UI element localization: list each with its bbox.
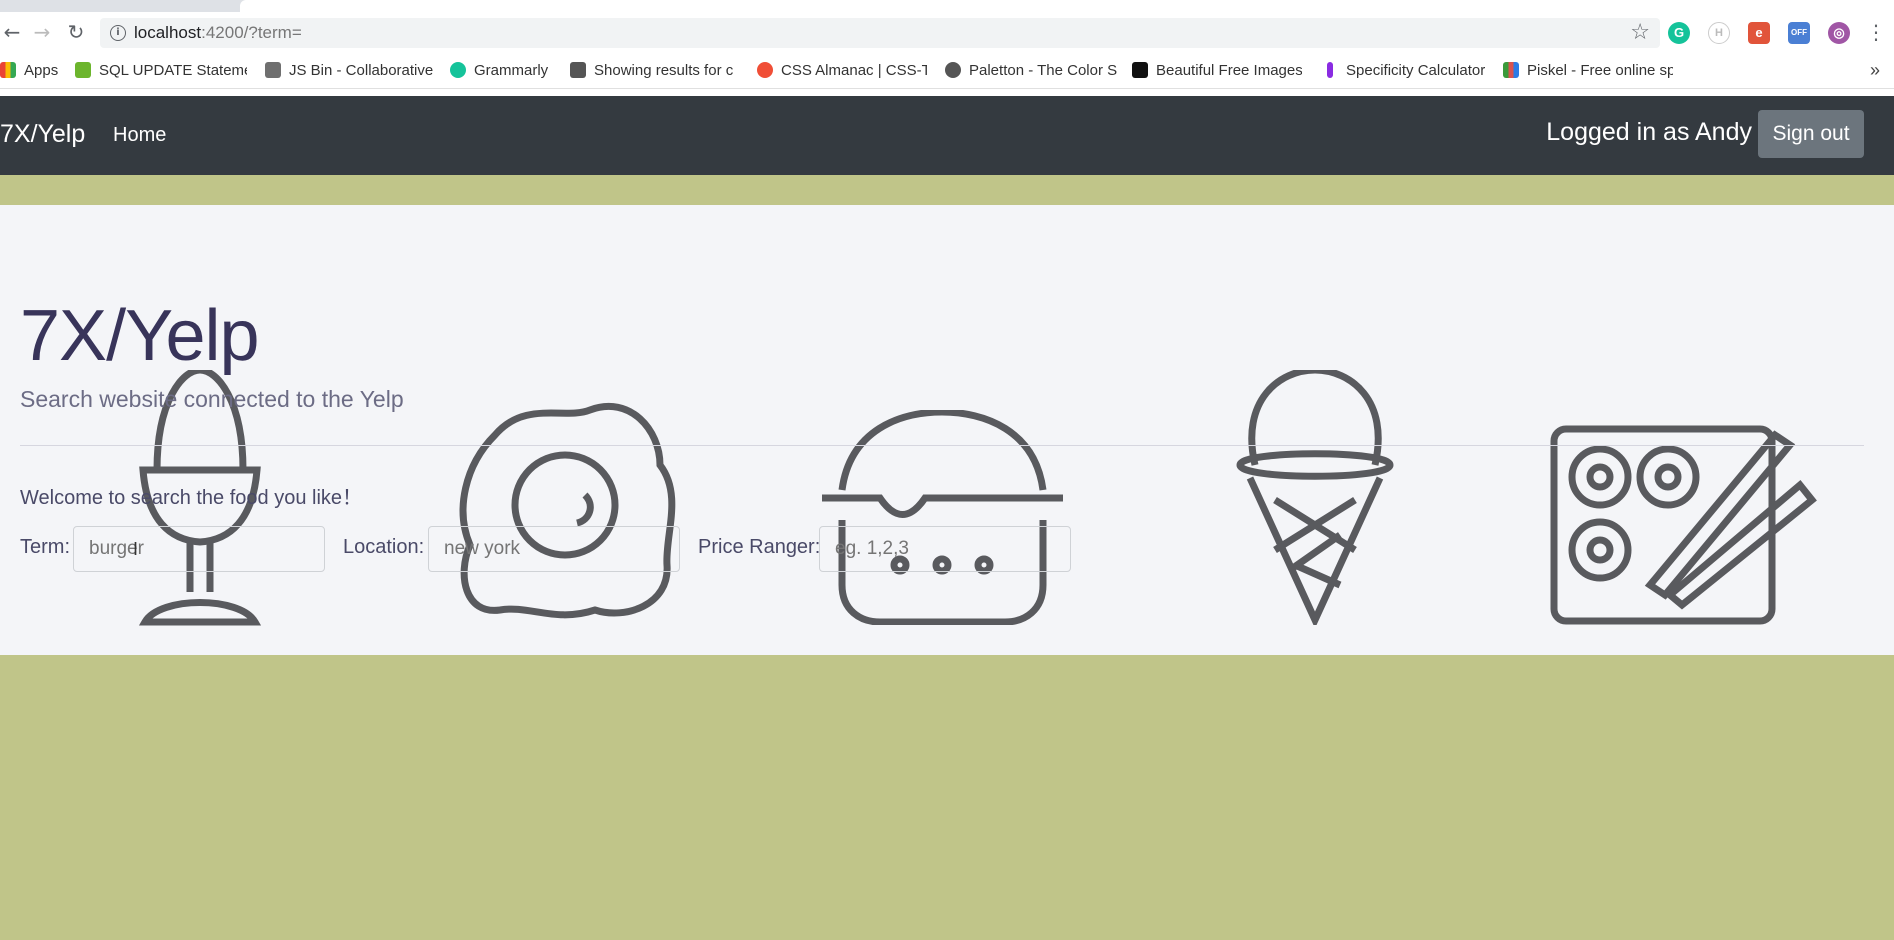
bookmark-free-images[interactable]: Beautiful Free Images [1132, 62, 1302, 82]
browser-menu-icon[interactable]: ⋮ [1866, 20, 1886, 44]
page-subtitle: Search website connected to the Yelp [20, 386, 404, 412]
piskel-icon [1503, 62, 1519, 78]
text-cursor-icon: I [133, 539, 139, 559]
active-tab[interactable] [240, 0, 1894, 12]
price-range-label: Price Ranger: [698, 536, 821, 558]
jsbin-icon [265, 62, 281, 78]
grammarly-icon[interactable]: G [1668, 22, 1690, 44]
back-icon[interactable]: ← [0, 20, 24, 44]
bookmark-search-results[interactable]: Showing results for c [570, 62, 740, 82]
reload-icon[interactable]: ↻ [64, 20, 88, 44]
url-host: localhost [134, 23, 202, 42]
bookmark-label: Apps [24, 62, 59, 79]
bookmark-label: Beautiful Free Images [1156, 62, 1302, 79]
jumbotron: 7X/Yelp Search website connected to the … [0, 205, 1894, 655]
forward-icon[interactable]: → [30, 20, 54, 44]
nav-home-link[interactable]: Home [113, 124, 166, 147]
sushi-icon [1550, 425, 1817, 625]
bookmarks-overflow-icon[interactable]: » [1870, 60, 1880, 81]
divider [20, 445, 1864, 446]
evernote-icon[interactable]: e [1748, 22, 1770, 44]
term-input[interactable] [73, 526, 325, 572]
address-bar[interactable]: i localhost:4200/?term= ☆ [100, 18, 1660, 48]
bookmark-label: JS Bin - Collaborative [289, 62, 434, 79]
welcome-text: Welcome to search the food you like！ [20, 487, 363, 509]
bookmark-piskel[interactable]: Piskel - Free online sp [1503, 62, 1673, 82]
bookmark-label: Showing results for c [594, 62, 734, 79]
address-bar-row: ← → ↻ i localhost:4200/?term= ☆ G H e OF… [0, 12, 1894, 54]
bookmark-jsbin[interactable]: JS Bin - Collaborative [265, 62, 435, 82]
browser-chrome: ← → ↻ i localhost:4200/?term= ☆ G H e OF… [0, 0, 1894, 97]
off-extension-icon[interactable]: OFF [1788, 22, 1810, 44]
bookmark-specificity[interactable]: Specificity Calculator [1322, 62, 1494, 82]
url-path: :4200/?term= [201, 23, 302, 42]
bookmark-sql-update[interactable]: SQL UPDATE Stateme [75, 62, 247, 82]
url-text[interactable]: localhost:4200/?term= [134, 23, 302, 43]
bookmark-label: Grammarly [474, 62, 549, 79]
grammarly-icon [450, 62, 466, 78]
ice-cream-icon [1236, 370, 1394, 625]
bookmark-apps[interactable]: Apps [0, 62, 66, 82]
unsplash-icon [1132, 62, 1148, 78]
term-label: Term: [20, 536, 70, 558]
fried-egg-icon [459, 402, 676, 619]
purple-extension-icon[interactable]: ◎ [1828, 22, 1850, 44]
tab-strip [0, 0, 1894, 12]
bookmark-label: CSS Almanac | CSS-Tr [781, 62, 927, 79]
price-range-input[interactable] [819, 526, 1071, 572]
burger-icon [822, 410, 1063, 625]
bookmark-label: SQL UPDATE Stateme [99, 62, 247, 79]
honey-icon[interactable]: H [1708, 22, 1730, 44]
sql-icon [75, 62, 91, 78]
css-tricks-icon [757, 62, 773, 78]
logged-in-status: Logged in as Andy [1546, 118, 1752, 146]
bookmark-css-almanac[interactable]: CSS Almanac | CSS-Tr [757, 62, 927, 82]
page-title: 7X/Yelp [20, 296, 260, 376]
bookmarks-bar: Apps SQL UPDATE Stateme JS Bin - Collabo… [0, 56, 1894, 89]
bookmark-label: Piskel - Free online sp [1527, 62, 1673, 79]
duck-icon [570, 62, 586, 78]
bookmark-grammarly[interactable]: Grammarly [450, 62, 560, 82]
bookmark-label: Specificity Calculator [1346, 62, 1486, 79]
sign-out-button[interactable]: Sign out [1758, 110, 1864, 158]
location-input[interactable] [428, 526, 680, 572]
navbar-brand[interactable]: 7X/Yelp [0, 120, 85, 149]
bookmark-paletton[interactable]: Paletton - The Color S [945, 62, 1117, 82]
bookmark-label: Paletton - The Color S [969, 62, 1117, 79]
top-navbar: 7X/Yelp Home Logged in as Andy Sign out [0, 96, 1894, 175]
paletton-icon [945, 62, 961, 78]
specificity-icon [1327, 62, 1333, 78]
bookmark-star-icon[interactable]: ☆ [1630, 20, 1650, 45]
apps-grid-icon [0, 62, 16, 78]
site-info-icon[interactable]: i [110, 25, 126, 41]
location-label: Location: [343, 536, 425, 558]
